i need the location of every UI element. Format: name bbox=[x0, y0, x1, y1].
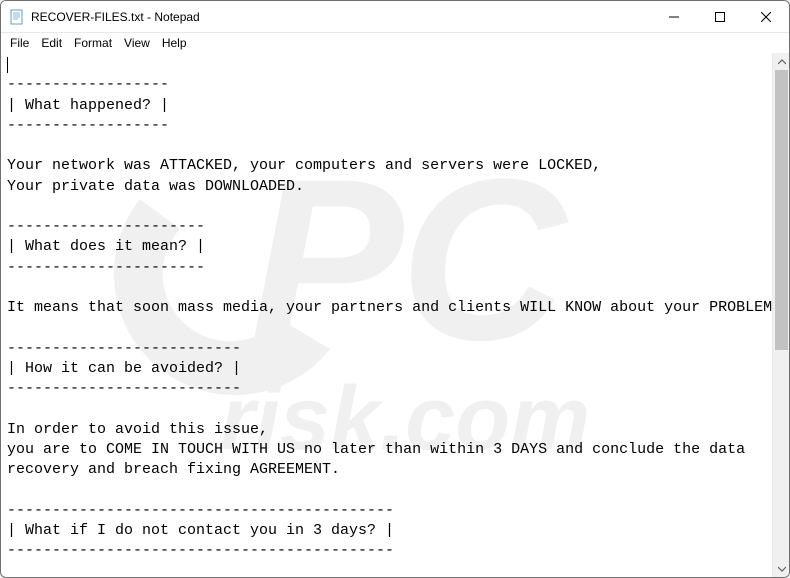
menu-edit[interactable]: Edit bbox=[36, 35, 67, 51]
menu-bar: File Edit Format View Help bbox=[1, 33, 789, 53]
menu-view[interactable]: View bbox=[119, 35, 155, 51]
content-wrap: ------------------ | What happened? | --… bbox=[1, 53, 789, 577]
menu-file[interactable]: File bbox=[5, 35, 34, 51]
title-bar[interactable]: RECOVER-FILES.txt - Notepad bbox=[1, 1, 789, 33]
notepad-icon bbox=[9, 9, 25, 25]
maximize-button[interactable] bbox=[697, 1, 743, 32]
text-caret bbox=[7, 57, 8, 73]
text-editor[interactable]: ------------------ | What happened? | --… bbox=[1, 53, 772, 577]
document-body: ------------------ | What happened? | --… bbox=[7, 76, 772, 577]
vertical-scrollbar[interactable] bbox=[772, 53, 789, 577]
scroll-down-arrow-icon[interactable] bbox=[773, 560, 789, 577]
minimize-button[interactable] bbox=[651, 1, 697, 32]
close-button[interactable] bbox=[743, 1, 789, 32]
notepad-window: RECOVER-FILES.txt - Notepad File Edit Fo… bbox=[0, 0, 790, 578]
scroll-track[interactable] bbox=[773, 70, 789, 560]
scroll-thumb[interactable] bbox=[775, 70, 788, 350]
scroll-up-arrow-icon[interactable] bbox=[773, 53, 789, 70]
menu-format[interactable]: Format bbox=[69, 35, 117, 51]
window-title: RECOVER-FILES.txt - Notepad bbox=[31, 10, 200, 24]
window-controls bbox=[651, 1, 789, 32]
menu-help[interactable]: Help bbox=[157, 35, 192, 51]
